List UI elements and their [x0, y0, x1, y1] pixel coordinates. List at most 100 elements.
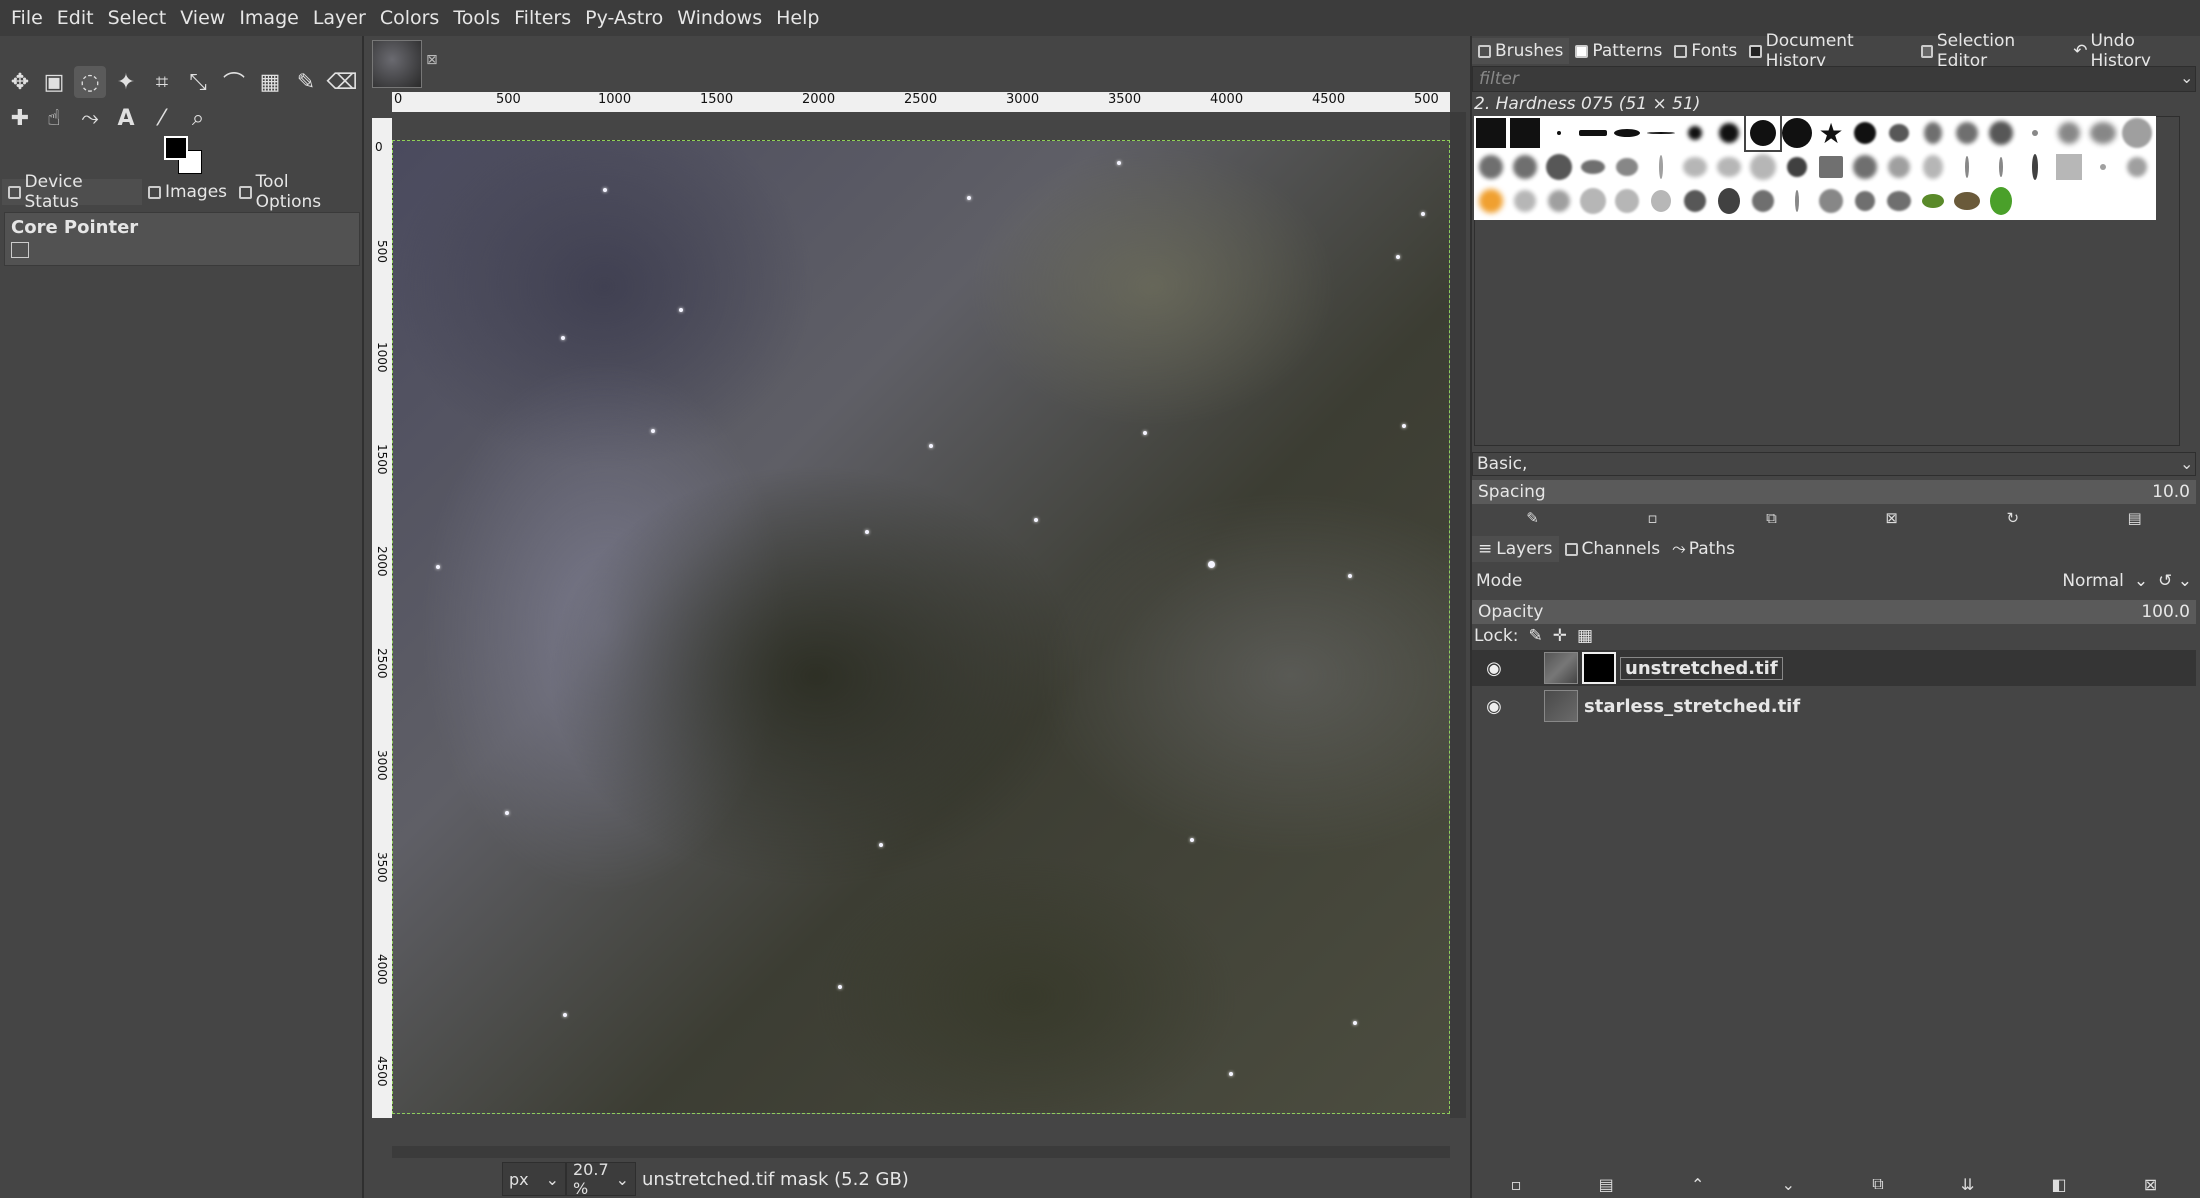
brush-swatch[interactable] [1882, 150, 1916, 184]
brush-swatch[interactable] [1712, 116, 1746, 150]
fuzzy-select-tool-icon[interactable]: ✦ [110, 66, 142, 98]
delete-brush-icon[interactable]: ⊠ [1885, 509, 1898, 527]
brush-swatch[interactable] [1678, 116, 1712, 150]
brush-swatch[interactable] [2120, 116, 2154, 150]
image-tab-thumbnail[interactable] [372, 40, 422, 88]
close-image-tab-icon[interactable]: ⊠ [426, 52, 438, 68]
paths-tool-icon[interactable]: ⤳ [74, 102, 106, 134]
brush-tag-field[interactable]: Basic, [1472, 452, 2196, 476]
brush-swatch[interactable] [1508, 116, 1542, 150]
menu-help[interactable]: Help [769, 0, 826, 36]
brush-swatch[interactable] [1678, 184, 1712, 218]
brush-swatch[interactable] [1712, 184, 1746, 218]
brush-swatch[interactable]: ★ [1814, 116, 1848, 150]
layer-opacity-slider[interactable]: Opacity 100.0 [1472, 600, 2196, 624]
raise-layer-icon[interactable]: ⌃ [1691, 1175, 1704, 1194]
brush-swatch[interactable] [1712, 150, 1746, 184]
brush-swatch[interactable] [1882, 116, 1916, 150]
brush-swatch[interactable] [2086, 116, 2120, 150]
paintbrush-tool-icon[interactable]: ✎ [290, 66, 322, 98]
eraser-tool-icon[interactable]: ⌫ [326, 66, 358, 98]
brush-swatch[interactable] [1780, 184, 1814, 218]
brush-swatch[interactable] [1916, 184, 1950, 218]
brush-swatch[interactable] [1610, 150, 1644, 184]
rect-select-tool-icon[interactable]: ▣ [38, 66, 70, 98]
brush-swatch[interactable] [1678, 150, 1712, 184]
eye-icon[interactable]: ◉ [1472, 658, 1516, 679]
brush-swatch[interactable] [1882, 184, 1916, 218]
brush-swatch[interactable] [1984, 184, 2018, 218]
horizontal-scrollbar[interactable] [392, 1146, 1450, 1158]
brush-swatch[interactable] [1814, 184, 1848, 218]
tab-document-history[interactable]: Document History [1743, 31, 1914, 71]
brush-swatch[interactable] [1984, 116, 2018, 150]
brush-swatch[interactable] [1576, 184, 1610, 218]
unified-transform-tool-icon[interactable]: ⤡ [182, 66, 214, 98]
brush-swatch[interactable] [2018, 150, 2052, 184]
brush-swatch[interactable] [1508, 184, 1542, 218]
layer-row[interactable]: ◉ unstretched.tif [1472, 650, 2196, 686]
menu-py-astro[interactable]: Py-Astro [578, 0, 670, 36]
brush-filter-input[interactable]: filter [1472, 66, 2196, 92]
menu-file[interactable]: File [4, 0, 50, 36]
brush-swatch[interactable] [1780, 116, 1814, 150]
tab-fonts[interactable]: Fonts [1668, 38, 1743, 64]
menu-windows[interactable]: Windows [670, 0, 769, 36]
refresh-brushes-icon[interactable]: ↻ [2006, 509, 2019, 527]
brush-swatch[interactable] [1916, 150, 1950, 184]
brush-swatch[interactable] [1542, 150, 1576, 184]
brush-swatch[interactable] [1950, 184, 1984, 218]
new-layer-icon[interactable]: ▫ [1511, 1175, 1522, 1194]
brush-swatch[interactable] [1950, 116, 1984, 150]
color-picker-tool-icon[interactable]: ⁄ [146, 102, 178, 134]
menu-select[interactable]: Select [101, 0, 174, 36]
menu-view[interactable]: View [173, 0, 232, 36]
brush-swatch[interactable] [1542, 116, 1576, 150]
menu-filters[interactable]: Filters [507, 0, 578, 36]
brush-swatch[interactable] [2052, 150, 2086, 184]
brush-swatch[interactable] [1474, 116, 1508, 150]
crop-tool-icon[interactable]: ⌗ [146, 66, 178, 98]
add-mask-icon[interactable]: ◧ [2052, 1175, 2067, 1194]
new-layer-group-icon[interactable]: ▤ [1599, 1175, 1614, 1194]
brush-swatch[interactable] [1644, 116, 1678, 150]
lower-layer-icon[interactable]: ⌄ [1782, 1175, 1795, 1194]
gradient-tool-icon[interactable]: ▦ [254, 66, 286, 98]
brush-swatch[interactable] [1744, 114, 1782, 152]
brush-swatch[interactable] [1746, 184, 1780, 218]
brush-grid[interactable]: ★ [1474, 114, 2156, 220]
text-tool-icon[interactable]: A [110, 102, 142, 134]
tab-selection-editor[interactable]: Selection Editor [1915, 31, 2068, 71]
smudge-tool-icon[interactable]: ☝ [38, 102, 70, 134]
chevron-down-icon[interactable]: ⌄ [2180, 454, 2193, 473]
tab-patterns[interactable]: Patterns [1569, 38, 1668, 64]
vertical-scrollbar[interactable] [1450, 112, 1466, 1118]
layer-name[interactable]: unstretched.tif [1620, 656, 1783, 680]
brush-swatch[interactable] [1848, 150, 1882, 184]
fg-bg-color-swatches[interactable] [164, 136, 208, 176]
heal-tool-icon[interactable]: ✚ [4, 102, 36, 134]
chevron-down-icon[interactable]: ⌄ [2180, 68, 2193, 87]
brush-swatch[interactable] [1474, 150, 1508, 184]
brush-swatch[interactable] [1848, 184, 1882, 218]
layer-mask-thumbnail[interactable] [1582, 652, 1616, 684]
brush-swatch[interactable] [2052, 116, 2086, 150]
lock-alpha-icon[interactable]: ▦ [1577, 626, 1593, 646]
brush-swatch[interactable] [1610, 184, 1644, 218]
brush-spacing-slider[interactable]: Spacing 10.0 [1472, 480, 2196, 504]
tab-images[interactable]: Images [142, 179, 233, 205]
layer-name[interactable]: starless_stretched.tif [1584, 696, 1800, 717]
brush-swatch[interactable] [1644, 184, 1678, 218]
duplicate-layer-icon[interactable]: ⧉ [1872, 1174, 1883, 1194]
tab-undo-history[interactable]: ↶ Undo History [2067, 31, 2198, 71]
warp-transform-tool-icon[interactable]: ⌒ [218, 66, 250, 98]
brush-swatch[interactable] [1610, 116, 1644, 150]
mode-reset-icon[interactable]: ↺ ⌄ [2158, 571, 2192, 591]
brush-swatch[interactable] [1950, 150, 1984, 184]
unit-select[interactable]: px ⌄ [502, 1162, 566, 1196]
brush-swatch[interactable] [1814, 150, 1848, 184]
brush-swatch[interactable] [1576, 116, 1610, 150]
lock-position-icon[interactable]: ✛ [1553, 626, 1567, 646]
menu-layer[interactable]: Layer [306, 0, 373, 36]
tab-channels[interactable]: Channels [1559, 536, 1667, 562]
